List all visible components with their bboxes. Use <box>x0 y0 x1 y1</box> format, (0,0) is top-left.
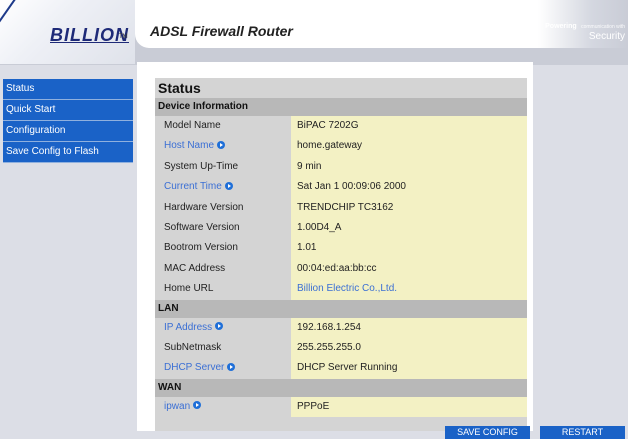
logo-trademark: TM <box>119 34 128 40</box>
current-time-link[interactable]: Current Time <box>155 177 291 197</box>
sidebar-item-quick-start[interactable]: Quick Start <box>3 100 133 121</box>
tagline-communication: communication with <box>581 24 625 30</box>
restart-button[interactable]: RESTART <box>540 426 625 439</box>
ipwan-link[interactable]: ipwan <box>155 397 291 417</box>
uptime-label: System Up-Time <box>164 160 239 172</box>
dhcp-server-label[interactable]: DHCP Server <box>164 362 224 373</box>
row-current-time: Current Time Sat Jan 1 00:09:06 2000 <box>155 177 527 198</box>
ip-address-value: 192.168.1.254 <box>291 317 527 338</box>
home-url-label: Home URL <box>164 283 214 295</box>
mac-address-label: MAC Address <box>164 262 226 274</box>
sidebar-item-configuration[interactable]: Configuration <box>3 121 133 142</box>
row-system-uptime: System Up-Time 9 min <box>155 156 527 178</box>
hardware-version-value: TRENDCHIP TC3162 <box>291 197 527 218</box>
model-name-label: Model Name <box>164 120 221 131</box>
sidebar-item-status[interactable]: Status <box>3 79 133 100</box>
section-device-information: Device Information <box>155 98 527 116</box>
status-panel[interactable]: Status Device Information Model Name BiP… <box>155 78 527 431</box>
row-mac-address: MAC Address 00:04:ed:aa:bb:cc <box>155 258 527 280</box>
status-title: Status <box>158 80 201 96</box>
save-config-button[interactable]: SAVE CONFIG <box>445 426 530 439</box>
subnetmask-value: 255.255.255.0 <box>291 337 527 359</box>
logo: BILLION TM <box>0 0 135 64</box>
software-version-label: Software Version <box>164 221 240 233</box>
tagline: Powering communication with Security <box>545 19 625 42</box>
model-name-value: BiPAC 7202G <box>291 116 527 137</box>
ipwan-value: PPPoE <box>291 396 527 418</box>
row-model-name: Model Name BiPAC 7202G <box>155 116 527 137</box>
dhcp-server-value: DHCP Server Running <box>291 358 527 379</box>
current-time-label[interactable]: Current Time <box>164 181 222 192</box>
arrow-right-icon[interactable] <box>217 140 226 149</box>
row-subnetmask: SubNetmask 255.255.255.0 <box>155 337 527 359</box>
ip-address-link[interactable]: IP Address <box>155 318 291 338</box>
hardware-version-label: Hardware Version <box>164 201 244 213</box>
bootrom-version-value: 1.01 <box>291 238 527 259</box>
host-name-label[interactable]: Host Name <box>164 140 214 151</box>
tagline-powering: Powering <box>545 23 577 30</box>
row-software-version: Software Version 1.00D4_A <box>155 217 527 239</box>
row-home-url: Home URL Billion Electric Co.,Ltd. <box>155 279 527 300</box>
uptime-value: 9 min <box>291 156 527 178</box>
section-wan: WAN <box>155 378 527 397</box>
software-version-value: 1.00D4_A <box>291 217 527 239</box>
row-ip-address: IP Address 192.168.1.254 <box>155 317 527 338</box>
arrow-right-icon[interactable] <box>215 321 224 330</box>
row-hardware-version: Hardware Version TRENDCHIP TC3162 <box>155 197 527 218</box>
row-bootrom-version: Bootrom Version 1.01 <box>155 238 527 259</box>
host-name-value: home.gateway <box>291 136 527 157</box>
current-time-value: Sat Jan 1 00:09:06 2000 <box>291 177 527 198</box>
ip-address-label[interactable]: IP Address <box>164 322 212 333</box>
dhcp-server-link[interactable]: DHCP Server <box>155 358 291 378</box>
page-title: ADSL Firewall Router <box>150 23 293 39</box>
logo-text: BILLION <box>50 25 129 45</box>
arrow-right-icon[interactable] <box>224 181 233 190</box>
bootrom-version-label: Bootrom Version <box>164 242 238 254</box>
row-ipwan: ipwan PPPoE <box>155 396 527 418</box>
sidebar-item-save-config[interactable]: Save Config to Flash <box>3 142 133 163</box>
ipwan-label[interactable]: ipwan <box>164 401 190 412</box>
home-url-link[interactable]: Billion Electric Co.,Ltd. <box>291 279 527 300</box>
tagline-security: Security <box>588 31 625 42</box>
subnetmask-label: SubNetmask <box>164 341 222 353</box>
row-host-name: Host Name home.gateway <box>155 136 527 157</box>
host-name-link[interactable]: Host Name <box>155 136 291 156</box>
arrow-right-icon[interactable] <box>193 401 202 410</box>
section-lan: LAN <box>155 299 527 318</box>
sidebar: Status Quick Start Configuration Save Co… <box>3 79 133 163</box>
arrow-right-icon[interactable] <box>227 362 236 371</box>
main-content: Status Device Information Model Name BiP… <box>137 62 533 431</box>
row-dhcp-server: DHCP Server DHCP Server Running <box>155 358 527 379</box>
mac-address-value: 00:04:ed:aa:bb:cc <box>291 258 527 280</box>
logo-swoosh-icon <box>0 0 32 38</box>
